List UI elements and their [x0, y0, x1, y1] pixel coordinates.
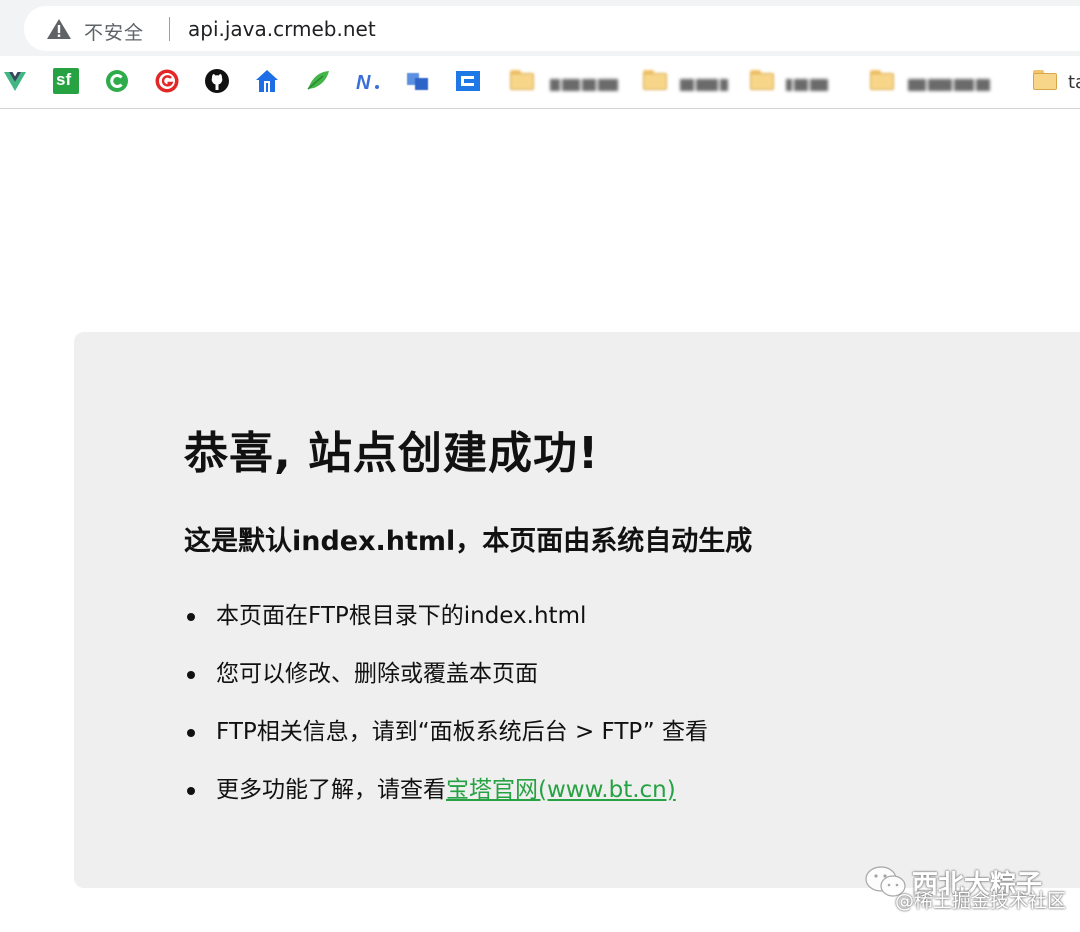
red-g-bookmark-icon[interactable] [154, 68, 180, 94]
page-title: 恭喜, 站点创建成功! [184, 428, 600, 479]
c-bookmark-icon[interactable] [104, 68, 130, 94]
blurred-bookmark-label[interactable] [550, 74, 620, 91]
sf-bookmark-icon[interactable]: sf [53, 68, 79, 94]
info-list: 本页面在FTP根目录下的index.html 您可以修改、删除或覆盖本页面 FT… [184, 600, 708, 832]
bookmark-label[interactable]: ta [1068, 72, 1080, 93]
folder-icon[interactable] [870, 70, 894, 90]
blue-square-bookmark-icon[interactable] [405, 68, 431, 94]
blurred-bookmark-label[interactable] [786, 74, 830, 91]
list-item: 您可以修改、删除或覆盖本页面 [184, 658, 708, 716]
vue-bookmark-icon[interactable] [2, 68, 28, 94]
list-item: FTP相关信息，请到“面板系统后台 > FTP” 查看 [184, 716, 708, 774]
bullet-icon [187, 729, 195, 737]
n-bookmark-icon[interactable]: N [355, 68, 381, 94]
info-card: 恭喜, 站点创建成功! 这是默认index.html，本页面由系统自动生成 本页… [74, 332, 1080, 888]
folder-icon[interactable] [750, 70, 774, 90]
sf-label: sf [56, 70, 72, 89]
green-leaf-bookmark-icon[interactable] [305, 68, 331, 94]
watermark-source: @稀土掘金技术社区 [895, 890, 1067, 912]
bullet-icon [187, 671, 195, 679]
list-item: 本页面在FTP根目录下的index.html [184, 600, 708, 658]
list-item-text: 您可以修改、删除或覆盖本页面 [216, 661, 538, 687]
security-label[interactable]: 不安全 [84, 18, 144, 45]
page-subtitle: 这是默认index.html，本页面由系统自动生成 [184, 526, 753, 557]
blue-home-bookmark-icon[interactable] [254, 68, 280, 94]
address-bar[interactable]: 不安全 api.java.crmeb.net [24, 6, 1080, 51]
github-icon[interactable] [204, 68, 230, 94]
folder-icon[interactable] [643, 70, 667, 90]
folder-icon[interactable] [1033, 70, 1057, 90]
list-item-text: FTP相关信息，请到“面板系统后台 > FTP” 查看 [216, 719, 708, 745]
list-item: 更多功能了解，请查看宝塔官网(www.bt.cn) [184, 774, 708, 832]
bt-official-site-link[interactable]: 宝塔官网(www.bt.cn) [446, 777, 676, 803]
blue-e-bookmark-icon[interactable] [455, 68, 481, 94]
folder-icon[interactable] [510, 70, 534, 90]
browser-toolbar: 不安全 api.java.crmeb.net [0, 0, 1080, 56]
address-separator [169, 17, 170, 41]
bullet-icon [187, 613, 195, 621]
list-item-text: 更多功能了解，请查看 [216, 777, 446, 803]
warning-icon[interactable] [46, 18, 72, 40]
bookmarks-bar: sf N t [0, 56, 1080, 109]
url-text[interactable]: api.java.crmeb.net [188, 17, 376, 41]
blurred-bookmark-label[interactable] [680, 74, 730, 91]
svg-text:N: N [356, 72, 371, 94]
blurred-bookmark-label[interactable] [908, 74, 992, 91]
bullet-icon [187, 787, 195, 795]
list-item-text: 本页面在FTP根目录下的index.html [216, 603, 587, 629]
